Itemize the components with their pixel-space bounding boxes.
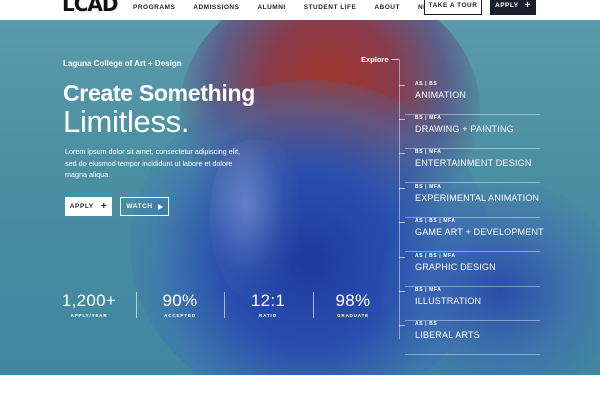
nav-item-programs[interactable]: PROGRAMS [133,4,175,11]
stat-value: 98% [335,291,371,310]
program-link-graphic-design[interactable]: AS | BS | MFA GRAPHIC DESIGN [399,253,540,287]
program-tick [399,153,405,154]
program-tick [399,291,405,292]
nav-item-student-life[interactable]: STUDENT LIFE [304,4,357,11]
watch-button[interactable]: WATCH [120,197,169,216]
headline-line-1: Create Something [63,80,256,106]
program-tick [399,119,405,120]
program-link-game-art-development[interactable]: AS | BS | MFA GAME ART + DEVELOPMENT [399,218,544,252]
nav-item-admissions[interactable]: ADMISSIONS [193,4,239,11]
top-navigation-bar: LCAD PROGRAMS ADMISSIONS ALUMNI STUDENT … [0,0,600,20]
nav-item-alumni[interactable]: ALUMNI [257,4,285,11]
stat-label: APPLY/YEAR [70,313,108,318]
program-degrees: AS | BS [415,321,438,327]
program-name: ENTERTAINMENT DESIGN [415,158,532,168]
program-degrees: AS | BS | MFA [415,253,456,259]
apply-button[interactable]: APPLY + [65,197,112,216]
program-name: LIBERAL ARTS [415,330,480,340]
apply-label: APPLY [69,203,94,210]
program-tick [399,325,405,326]
headline-line-2: Limitless. [63,104,190,139]
stat-value: 1,200+ [61,291,117,310]
program-degrees: AS | BS [415,81,438,87]
stat-accepted: 90% ACCEPTED [150,291,210,318]
play-icon [157,203,163,210]
lcad-logo[interactable]: LCAD [62,0,119,16]
college-name: Laguna College of Art + Design [63,59,182,68]
apply-label-header: APPLY [495,2,519,9]
stat-ratio: 12:1 RATIO [238,291,298,318]
page: LCAD PROGRAMS ADMISSIONS ALUMNI STUDENT … [0,0,600,400]
nav-item-about[interactable]: ABOUT [374,4,400,11]
program-tick [399,85,405,86]
program-name: DRAWING + PAINTING [415,124,514,134]
program-name: ANIMATION [415,90,467,100]
program-name: ILLUSTRATION [415,296,482,306]
stat-label: ACCEPTED [164,313,196,318]
program-tick [399,188,405,189]
program-link-experimental-animation[interactable]: BS | MFA EXPERIMENTAL ANIMATION [399,184,540,218]
program-degrees: BS | MFA [415,287,442,293]
program-name: GAME ART + DEVELOPMENT [415,227,544,237]
take-a-tour-button[interactable]: TAKE A TOUR [424,0,482,15]
program-link-liberal-arts[interactable]: AS | BS LIBERAL ARTS [399,321,540,355]
program-tick [399,257,405,258]
stat-label: GRADUATE [336,313,370,318]
explore-heading: Explore [361,55,389,64]
hero-description: Lorem ipsum dolor sit amet, consectetur … [65,147,240,179]
stat-label: RATIO [259,313,277,318]
stat-divider [313,292,314,318]
program-name: EXPERIMENTAL ANIMATION [415,193,540,203]
program-degrees: BS | MFA [415,115,442,121]
program-degrees: AS | BS | MFA [415,218,456,224]
program-tick [399,222,405,223]
program-degrees: BS | MFA [415,184,442,190]
program-link-animation[interactable]: AS | BS ANIMATION [399,81,540,115]
program-name: GRAPHIC DESIGN [415,262,496,272]
watch-label: WATCH [126,203,153,210]
main-nav: PROGRAMS ADMISSIONS ALUMNI STUDENT LIFE … [133,4,457,11]
stat-divider [136,292,137,318]
program-link-entertainment-design[interactable]: BS | MFA ENTERTAINMENT DESIGN [399,149,540,183]
apply-button-header[interactable]: APPLY + [490,0,536,15]
take-a-tour-label: TAKE A TOUR [428,2,478,9]
stat-value: 90% [162,291,198,310]
plus-icon: + [100,201,108,212]
stat-divider [224,292,225,318]
stat-value: 12:1 [250,291,286,310]
explore-vertical-line [399,59,400,339]
stat-apply-per-year: 1,200+ APPLY/YEAR [58,291,120,318]
stat-graduate: 98% GRADUATE [323,291,383,318]
program-link-illustration[interactable]: BS | MFA ILLUSTRATION [399,287,540,321]
program-link-drawing-painting[interactable]: BS | MFA DRAWING + PAINTING [399,115,540,149]
explore-connector [391,59,399,60]
plus-icon: + [524,0,531,11]
program-degrees: BS | MFA [415,149,442,155]
